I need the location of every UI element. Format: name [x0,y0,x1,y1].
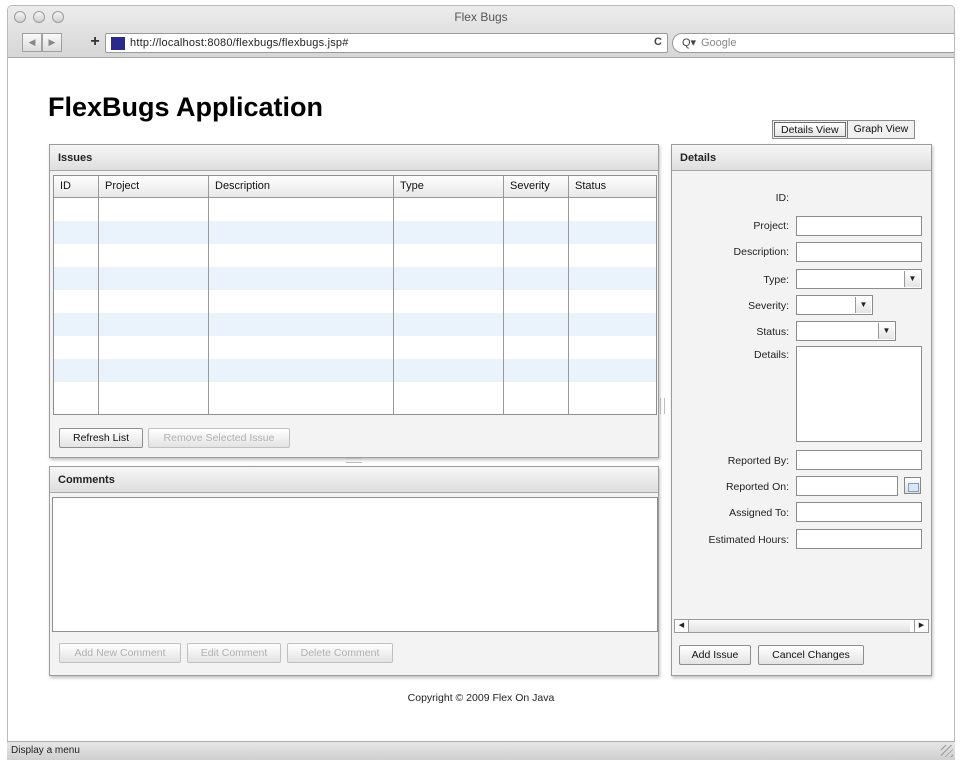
project-label: Project: [753,220,789,232]
copyright-text: Copyright © 2009 Flex On Java [407,692,555,704]
table-row[interactable] [54,359,656,382]
forward-button[interactable]: ▶ [42,33,62,52]
table-row[interactable] [54,198,656,221]
details-textarea[interactable] [796,346,922,442]
calendar-icon[interactable] [904,477,921,494]
column-header-status[interactable]: Status [568,176,656,198]
details-panel: Details ID: Project: Description: Type: … [671,144,932,676]
chevron-down-icon: ▼ [904,271,920,287]
column-header-type[interactable]: Type [393,176,503,198]
view-toggle: Details View Graph View [772,120,916,139]
assigned-to-field[interactable] [796,502,922,522]
estimated-hours-field[interactable] [796,529,922,549]
page-title: FlexBugs Application [48,92,324,122]
table-row[interactable] [54,336,656,359]
resize-handle-icon[interactable] [941,745,953,757]
column-divider [208,176,209,414]
table-row[interactable] [54,313,656,336]
column-header-id[interactable]: ID [54,176,98,198]
scroll-right-icon[interactable]: ▶ [914,620,928,632]
comments-header: Comments [50,467,658,493]
table-row[interactable] [54,244,656,267]
column-divider [503,176,504,414]
issues-grid[interactable]: ID Project Description Type Severity Sta… [53,175,657,415]
type-label: Type: [763,274,789,286]
severity-select[interactable]: ▼ [796,295,873,315]
vertical-divider-grip[interactable] [346,458,362,463]
page-favicon-icon [111,37,125,50]
severity-label: Severity: [748,300,789,312]
refresh-list-button[interactable]: Refresh List [59,428,143,448]
status-label: Status: [756,326,789,338]
reported-by-label: Reported By: [727,455,789,467]
add-issue-button[interactable]: Add Issue [679,645,751,665]
issues-header: Issues [50,145,658,171]
add-new-comment-button[interactable]: Add New Comment [59,643,181,663]
estimated-hours-label: Estimated Hours: [708,534,789,546]
cancel-changes-button[interactable]: Cancel Changes [758,645,864,665]
search-input[interactable]: Q▾ Google [672,33,954,53]
comments-panel: Comments Add New Comment Edit Comment De… [49,466,659,676]
window-title: Flex Bugs [454,10,508,24]
back-button[interactable]: ◀ [22,33,42,52]
search-icon[interactable]: Q▾ [682,36,696,49]
column-divider [98,176,99,414]
reported-on-field[interactable] [796,476,898,496]
remove-selected-issue-button[interactable]: Remove Selected Issue [148,428,290,448]
reload-icon[interactable]: C [654,36,662,48]
url-text: http://localhost:8080/flexbugs/flexbugs.… [130,37,349,49]
comments-list[interactable] [52,497,658,632]
column-divider [568,176,569,414]
status-select[interactable]: ▼ [796,321,896,341]
status-text: Display a menu [11,745,80,756]
edit-comment-button[interactable]: Edit Comment [187,643,281,663]
scrollbar-thumb[interactable] [689,620,910,632]
column-header-project[interactable]: Project [98,176,208,198]
details-horizontal-scrollbar[interactable]: ◀ ▶ [674,619,929,633]
add-bookmark-button[interactable]: + [86,33,104,52]
details-label: Details: [753,349,789,361]
chevron-down-icon: ▼ [878,323,894,339]
search-placeholder: Google [701,37,737,49]
description-label: Description: [733,246,789,258]
column-header-description[interactable]: Description [208,176,393,198]
status-bar: Display a menu [7,741,955,760]
assigned-to-label: Assigned To: [729,507,789,519]
issues-grid-header: ID Project Description Type Severity Sta… [54,176,656,198]
table-row[interactable] [54,267,656,290]
description-field[interactable] [796,242,922,262]
type-select[interactable]: ▼ [796,269,922,289]
reported-by-field[interactable] [796,450,922,470]
table-row[interactable] [54,382,656,405]
delete-comment-button[interactable]: Delete Comment [287,643,393,663]
table-row[interactable] [54,221,656,244]
horizontal-divider-grip[interactable] [660,398,665,414]
address-bar[interactable]: http://localhost:8080/flexbugs/flexbugs.… [105,33,668,53]
chevron-down-icon: ▼ [855,297,871,313]
reported-on-label: Reported On: [725,481,789,493]
details-view-button[interactable]: Details View [774,122,846,137]
table-row[interactable] [54,290,656,313]
scroll-left-icon[interactable]: ◀ [675,620,689,632]
details-header: Details [672,145,931,171]
graph-view-button[interactable]: Graph View [846,121,915,138]
title-bar: Flex Bugs ◀ ▶ + http://localhost:8080/fl… [8,6,954,58]
issues-panel: Issues ID Project Description Type Sever… [49,144,659,458]
column-header-severity[interactable]: Severity [503,176,568,198]
column-divider [393,176,394,414]
id-label: ID: [775,192,789,204]
project-field[interactable] [796,216,922,236]
